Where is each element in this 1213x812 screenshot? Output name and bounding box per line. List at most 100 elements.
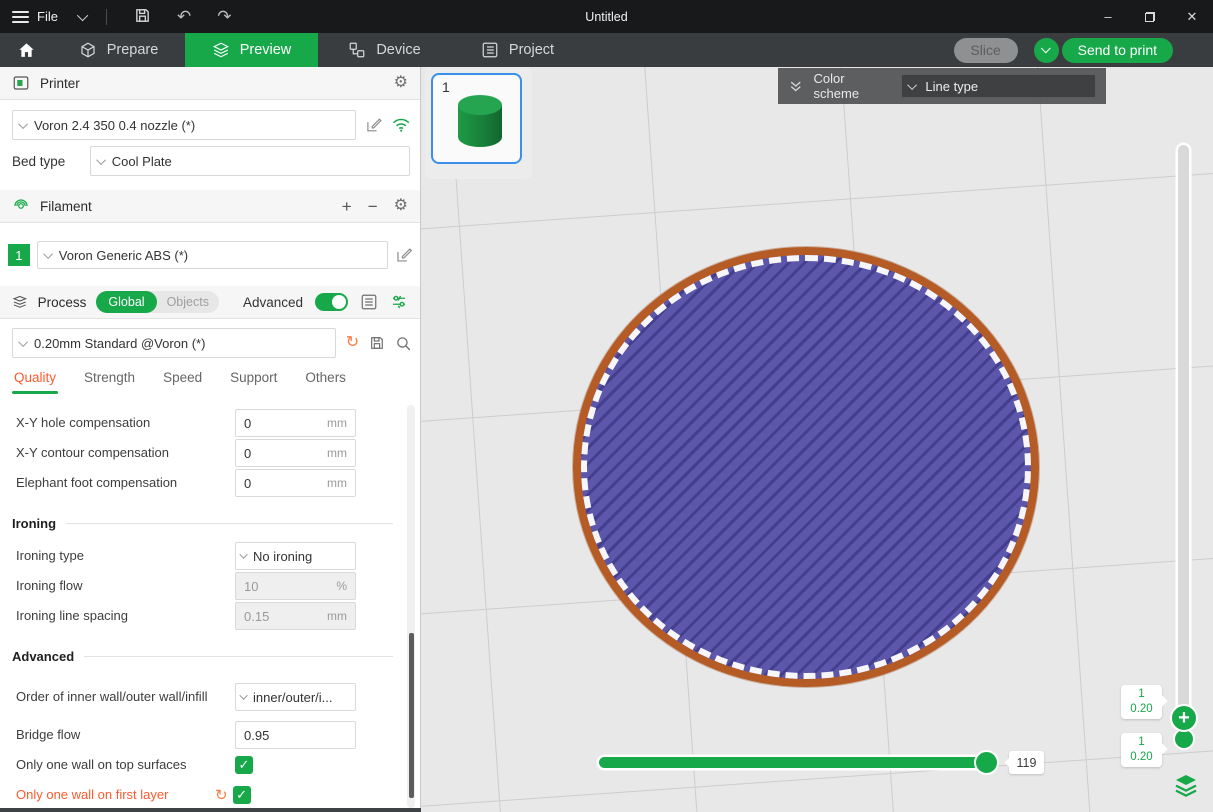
process-preset-dropdown[interactable]: 0.20mm Standard @Voron (*) bbox=[12, 328, 336, 358]
setting-bridge-flow: Bridge flow 0.95 bbox=[16, 720, 405, 750]
one-wall-top-checkbox[interactable]: ✓ bbox=[235, 756, 253, 774]
orcaslicer-window: File ↶ ↷ Untitled – ✕ Prepare bbox=[0, 0, 1213, 812]
close-button[interactable]: ✕ bbox=[1171, 0, 1213, 33]
chevron-down-icon bbox=[18, 119, 28, 129]
undo-icon[interactable]: ↶ bbox=[177, 8, 191, 25]
process-panel-header: Process Global Objects Advanced bbox=[0, 286, 420, 319]
plate-1-thumbnail[interactable]: 1 bbox=[431, 73, 522, 164]
elephant-foot-input[interactable]: 0mm bbox=[235, 469, 356, 497]
one-wall-first-checkbox[interactable]: ✓ bbox=[233, 786, 251, 804]
filament-panel-header: Filament + − ⚙ bbox=[0, 190, 420, 223]
sidebar-bottom-edge bbox=[0, 808, 421, 812]
save-icon[interactable] bbox=[134, 7, 151, 27]
send-options-chevron-button[interactable] bbox=[1034, 38, 1059, 63]
file-menu-chevron-icon[interactable] bbox=[77, 9, 88, 20]
tab-others[interactable]: Others bbox=[305, 370, 346, 394]
tab-prepare[interactable]: Prepare bbox=[52, 33, 185, 67]
ironing-flow-input: 10% bbox=[235, 572, 356, 600]
settings-scrollbar-thumb[interactable] bbox=[409, 633, 414, 798]
advanced-label: Advanced bbox=[243, 295, 303, 310]
move-slider-handle[interactable] bbox=[974, 750, 999, 775]
layer-slider-upper-badge: 1 0.20 bbox=[1121, 685, 1162, 719]
slice-button[interactable]: Slice bbox=[954, 38, 1018, 63]
printer-header-title: Printer bbox=[40, 76, 80, 91]
filament-settings-gear-icon[interactable]: ⚙ bbox=[394, 198, 408, 214]
process-header-title: Process bbox=[38, 295, 87, 310]
scope-objects[interactable]: Objects bbox=[157, 295, 219, 309]
layer-slider-lower-badge: 1 0.20 bbox=[1121, 733, 1162, 767]
file-menu[interactable]: File bbox=[37, 9, 58, 24]
process-layers-icon bbox=[12, 293, 28, 311]
main-navbar: Prepare Preview Device Project Slice Sen… bbox=[0, 33, 1213, 67]
advanced-toggle[interactable] bbox=[315, 293, 348, 311]
setting-ironing-type: Ironing type No ironing bbox=[16, 541, 405, 571]
plate-number: 1 bbox=[442, 79, 450, 95]
setting-xy-contour-compensation: X-Y contour compensation 0mm bbox=[16, 438, 405, 468]
infill-gap-notches bbox=[581, 255, 1031, 679]
ironing-type-dropdown[interactable]: No ironing bbox=[235, 542, 356, 570]
xy-contour-input[interactable]: 0mm bbox=[235, 439, 356, 467]
color-scheme-label: Color scheme bbox=[814, 71, 892, 101]
tab-speed[interactable]: Speed bbox=[163, 370, 202, 394]
printer-settings-gear-icon[interactable]: ⚙ bbox=[394, 75, 408, 91]
device-icon bbox=[348, 41, 366, 59]
reset-preset-icon[interactable]: ↻ bbox=[346, 335, 359, 351]
chevron-down-icon bbox=[18, 337, 28, 347]
move-slider-value-badge: 119 bbox=[1009, 751, 1044, 774]
setting-xy-hole-compensation: X-Y hole compensation 0mm bbox=[16, 408, 405, 438]
check-icon: ✓ bbox=[236, 787, 247, 803]
tab-quality[interactable]: Quality bbox=[14, 370, 56, 394]
bed-type-label: Bed type bbox=[12, 154, 90, 169]
layers-view-button[interactable] bbox=[1171, 770, 1201, 800]
cylinder-model-preview bbox=[458, 95, 502, 153]
settings-list-icon[interactable] bbox=[360, 293, 378, 311]
home-button[interactable] bbox=[0, 33, 52, 67]
edit-filament-icon[interactable] bbox=[395, 246, 413, 264]
redo-icon[interactable]: ↷ bbox=[217, 8, 231, 25]
save-preset-icon[interactable] bbox=[369, 335, 385, 351]
plate-thumbnail-panel: 1 bbox=[425, 67, 532, 179]
tune-params-icon[interactable] bbox=[390, 293, 408, 311]
revert-setting-icon[interactable]: ↻ bbox=[215, 786, 228, 804]
filament-header-title: Filament bbox=[40, 199, 92, 214]
restore-button[interactable] bbox=[1129, 0, 1171, 33]
wall-order-dropdown[interactable]: inner/outer/i... bbox=[235, 683, 356, 711]
tab-strength[interactable]: Strength bbox=[84, 370, 135, 394]
filament-preset-dropdown[interactable]: Voron Generic ABS (*) bbox=[37, 241, 388, 269]
search-settings-icon[interactable] bbox=[395, 335, 412, 352]
process-scope-toggle[interactable]: Global Objects bbox=[96, 291, 219, 313]
tab-preview[interactable]: Preview bbox=[185, 33, 318, 67]
send-to-print-button[interactable]: Send to print bbox=[1062, 38, 1173, 63]
bed-type-dropdown[interactable]: Cool Plate bbox=[90, 146, 410, 176]
add-filament-icon[interactable]: + bbox=[342, 198, 352, 215]
move-slider-track[interactable] bbox=[599, 757, 996, 768]
tab-support[interactable]: Support bbox=[230, 370, 277, 394]
collapse-double-chevron-icon[interactable] bbox=[788, 78, 804, 94]
xy-hole-input[interactable]: 0mm bbox=[235, 409, 356, 437]
chevron-down-icon bbox=[96, 155, 106, 165]
remove-filament-icon[interactable]: − bbox=[368, 198, 378, 215]
add-color-change-button[interactable]: + bbox=[1170, 704, 1198, 732]
setting-wall-order: Order of inner wall/outer wall/infill in… bbox=[16, 674, 405, 720]
wifi-icon[interactable] bbox=[392, 117, 410, 133]
preview-viewport[interactable]: 1 Color scheme Line type 1 0.20 1 0.20 bbox=[421, 67, 1213, 812]
project-list-icon bbox=[481, 41, 499, 59]
line-type-dropdown[interactable]: Line type bbox=[901, 74, 1096, 98]
hamburger-menu-icon[interactable] bbox=[12, 11, 29, 23]
tab-project[interactable]: Project bbox=[451, 33, 584, 67]
minimize-button[interactable]: – bbox=[1087, 0, 1129, 33]
scope-global[interactable]: Global bbox=[96, 291, 156, 313]
edit-printer-icon[interactable] bbox=[365, 116, 382, 134]
printer-preset-dropdown[interactable]: Voron 2.4 350 0.4 nozzle (*) bbox=[12, 110, 356, 140]
titlebar: File ↶ ↷ Untitled – ✕ bbox=[0, 0, 1213, 33]
sliced-layer-view bbox=[573, 247, 1039, 687]
setting-one-wall-top: Only one wall on top surfaces ✓ bbox=[16, 750, 405, 780]
cube-icon bbox=[79, 41, 97, 59]
filament-slot-badge[interactable]: 1 bbox=[8, 244, 30, 266]
sidebar: Printer ⚙ Voron 2.4 350 0.4 nozzle (*) B… bbox=[0, 67, 421, 812]
tab-device[interactable]: Device bbox=[318, 33, 451, 67]
view-options-bar: Color scheme Line type bbox=[778, 68, 1106, 104]
check-icon: ✓ bbox=[239, 757, 250, 773]
layer-slider-track[interactable] bbox=[1178, 145, 1189, 712]
bridge-flow-input[interactable]: 0.95 bbox=[235, 721, 356, 749]
